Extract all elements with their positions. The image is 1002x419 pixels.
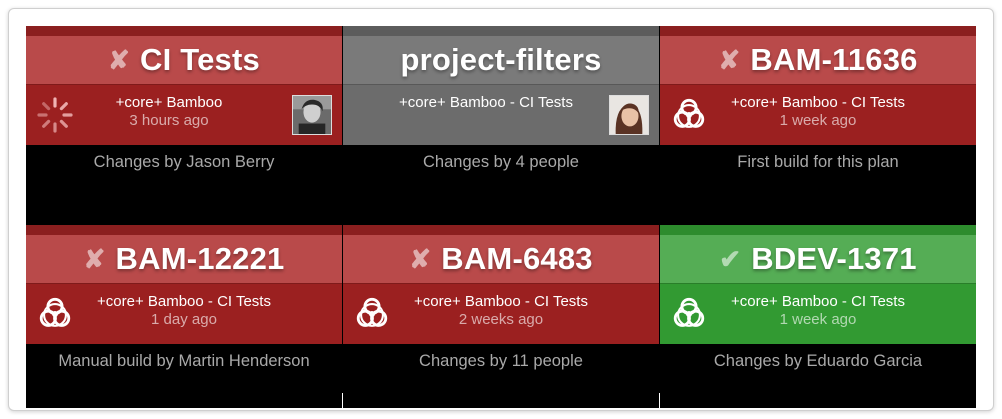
tile-info: +core+ Bamboo - CI Tests xyxy=(343,84,659,145)
cross-icon: ✘ xyxy=(409,243,432,274)
tile-top-bar xyxy=(26,225,342,235)
plan-name: +core+ Bamboo xyxy=(115,94,223,111)
build-reason: Manual build by Martin Henderson xyxy=(58,352,310,370)
build-tile[interactable]: ✔ BDEV-1371 +core+ Bamboo - CI Tests 1 w… xyxy=(660,225,976,408)
tile-info: +core+ Bamboo - CI Tests 2 weeks ago xyxy=(343,283,659,344)
tile-top-bar xyxy=(26,26,342,36)
build-reason: First build for this plan xyxy=(737,153,899,171)
build-reason: Changes by Eduardo Garcia xyxy=(713,352,923,370)
plan-name: +core+ Bamboo - CI Tests xyxy=(731,94,905,111)
tile-top-bar xyxy=(343,225,659,235)
tile-header: ✘ BAM-6483 xyxy=(343,235,659,283)
build-title[interactable]: BAM-11636 xyxy=(750,42,917,78)
build-tile[interactable]: ✘ BAM-6483 +core+ Bamboo - CI Tests 2 we… xyxy=(343,225,659,408)
build-tile[interactable]: ✘ BAM-12221 +core+ Bamboo - CI Tests 1 d… xyxy=(26,225,342,408)
tile-header: ✘ CI Tests xyxy=(26,36,342,84)
build-title[interactable]: CI Tests xyxy=(140,42,260,78)
tile-header: ✘ BAM-12221 xyxy=(26,235,342,283)
tile-info: +core+ Bamboo 3 hours ago xyxy=(26,84,342,145)
cross-icon: ✘ xyxy=(83,243,106,274)
build-time: 2 weeks ago xyxy=(458,311,544,328)
plan-name: +core+ Bamboo - CI Tests xyxy=(731,293,905,310)
tile-header: ✔ BDEV-1371 xyxy=(660,235,976,283)
user-avatar[interactable] xyxy=(609,95,649,135)
plan-name: +core+ Bamboo - CI Tests xyxy=(399,94,573,111)
cross-icon: ✘ xyxy=(108,44,131,75)
tile-info: +core+ Bamboo - CI Tests 1 day ago xyxy=(26,283,342,344)
build-time: 1 week ago xyxy=(779,112,857,129)
tile-top-bar xyxy=(343,26,659,36)
build-time: 1 week ago xyxy=(779,311,857,328)
build-reason: Changes by 11 people xyxy=(419,352,583,370)
build-tile[interactable]: ✘ BAM-11636 +core+ Bamboo - CI Tests 1 w… xyxy=(660,26,976,209)
tile-top-bar xyxy=(660,26,976,36)
tile-info: +core+ Bamboo - CI Tests 1 week ago xyxy=(660,84,976,145)
cross-icon: ✘ xyxy=(718,44,741,75)
build-reason: Changes by 4 people xyxy=(423,153,579,171)
build-title[interactable]: BDEV-1371 xyxy=(751,241,917,277)
build-time: 3 hours ago xyxy=(129,112,209,129)
user-avatar[interactable] xyxy=(292,95,332,135)
tile-top-bar xyxy=(660,225,976,235)
build-tile[interactable]: project-filters +core+ Bamboo - CI Tests… xyxy=(343,26,659,209)
plan-name: +core+ Bamboo - CI Tests xyxy=(97,293,271,310)
check-icon: ✔ xyxy=(719,243,742,274)
tile-header: project-filters xyxy=(343,36,659,84)
tile-header: ✘ BAM-11636 xyxy=(660,36,976,84)
build-tile[interactable]: ✘ CI Tests +core+ Bamboo 3 hours ago Cha… xyxy=(26,26,342,209)
tile-info: +core+ Bamboo - CI Tests 1 week ago xyxy=(660,283,976,344)
build-title[interactable]: BAM-12221 xyxy=(116,241,285,277)
build-title[interactable]: project-filters xyxy=(400,42,601,78)
build-title[interactable]: BAM-6483 xyxy=(441,241,592,277)
build-wallboard: ✘ CI Tests +core+ Bamboo 3 hours ago Cha… xyxy=(26,26,976,408)
plan-name: +core+ Bamboo - CI Tests xyxy=(414,293,588,310)
build-time: 1 day ago xyxy=(151,311,217,328)
build-reason: Changes by Jason Berry xyxy=(93,153,275,171)
